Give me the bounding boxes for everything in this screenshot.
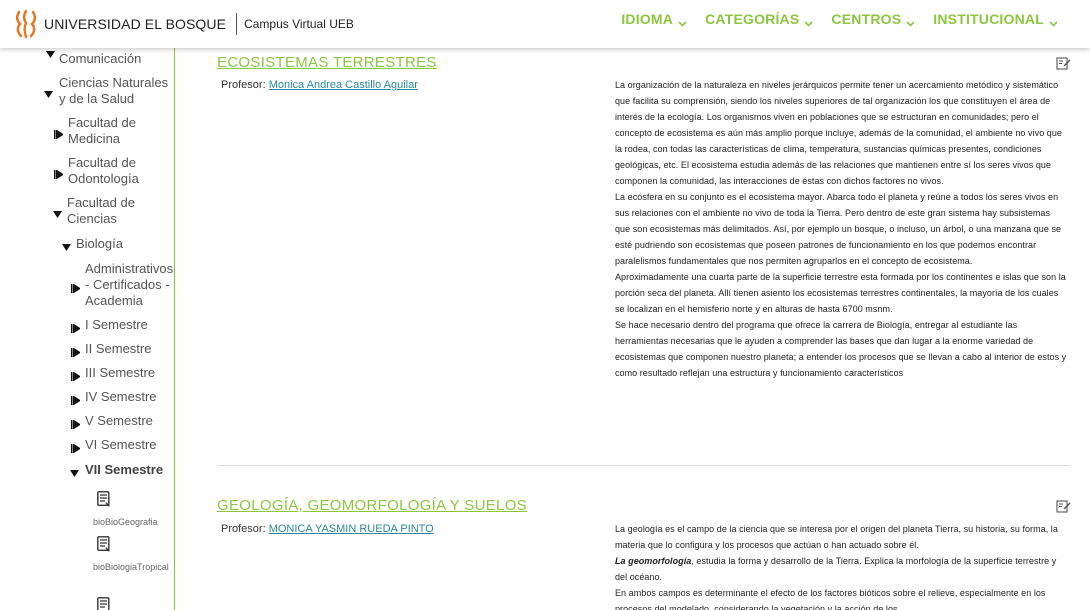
triangle-right-icon	[71, 393, 81, 406]
tree-item-label: VII Semestre	[85, 462, 164, 477]
description-emphasis: La geomorfología	[615, 556, 692, 566]
tree-item-i-semestre[interactable]: I Semestre	[71, 317, 148, 334]
professor-label: Profesor:	[221, 79, 266, 91]
tree-item-label: Comunicación	[59, 51, 142, 66]
nav-label: IDIOMA	[621, 11, 674, 27]
course-list-main: ECOSISTEMAS TERRESTRES Profesor: Monica …	[217, 0, 1071, 610]
sidebar-course-label: bioBioGeografia	[93, 517, 158, 527]
sidebar-course-biologia-tropical[interactable]: bioBiologiaTropical	[93, 536, 174, 575]
tree-item-iii-semestre[interactable]: III Semestre	[71, 365, 156, 382]
chevron-down-icon	[678, 15, 687, 27]
tree-item-label: II Semestre	[85, 341, 152, 356]
edit-note-icon[interactable]	[1056, 499, 1071, 514]
chevron-down-icon	[1049, 15, 1058, 27]
triangle-right-icon	[71, 345, 81, 358]
triangle-down-icon	[44, 87, 53, 98]
course-title-link[interactable]: GEOLOGÍA, GEOMORFOLOGÍA Y SUELOS	[217, 497, 527, 514]
course-document-icon	[97, 536, 111, 552]
course-divider	[217, 465, 1071, 466]
tree-item-iv-semestre[interactable]: IV Semestre	[71, 389, 157, 406]
sidebar-course-biogeografia[interactable]: bioBioGeografia	[93, 491, 174, 530]
triangle-down-icon	[62, 240, 71, 251]
description-paragraph: La geología es el campo de la ciencia qu…	[615, 524, 1058, 550]
nav-label: CENTROS	[831, 11, 902, 27]
triangle-right-icon	[71, 321, 81, 334]
triangle-right-icon	[54, 167, 64, 180]
tree-item-v-semestre[interactable]: V Semestre	[71, 413, 153, 430]
triangle-right-icon	[71, 417, 81, 430]
nav-centros[interactable]: CENTROS	[831, 11, 915, 27]
university-flame-logo-icon	[14, 9, 38, 39]
professor-name-link[interactable]: MONICA YASMIN RUEDA PINTO	[269, 523, 434, 535]
nav-institucional[interactable]: INSTITUCIONAL	[933, 11, 1058, 27]
course-description: La geología es el campo de la ciencia qu…	[615, 521, 1067, 610]
tree-item-label: Facultad de Ciencias	[67, 195, 135, 226]
description-paragraph: La geomorfología, estudia la forma y des…	[615, 553, 1067, 585]
chevron-down-icon	[906, 15, 915, 27]
course-title-link[interactable]: ECOSISTEMAS TERRESTRES	[217, 54, 437, 71]
tree-item-facultad-odontologia[interactable]: Facultad de Odontología	[54, 155, 174, 187]
description-paragraph: La organización de la naturaleza en nive…	[615, 80, 1062, 186]
description-paragraph: En ambos campos es determinante el efect…	[615, 588, 1046, 610]
tree-item-label: V Semestre	[85, 413, 153, 428]
nav-categorias[interactable]: CATEGORÍAS	[705, 11, 813, 27]
professor-label: Profesor:	[221, 523, 266, 535]
sidebar-course-label: bioBiologiaTropical	[93, 562, 169, 572]
tree-item-vi-semestre[interactable]: VI Semestre	[71, 437, 157, 454]
nav-label: INSTITUCIONAL	[933, 11, 1044, 27]
chevron-down-icon	[804, 15, 813, 27]
tree-item-administrativos[interactable]: Administrativos - Certificados - Academi…	[71, 261, 174, 309]
tree-item-ciencias-naturales[interactable]: Ciencias Naturales y de la Salud	[44, 75, 174, 107]
professor-name-link[interactable]: Monica Andrea Castillo Aguilar	[269, 79, 418, 91]
triangle-right-icon	[71, 369, 81, 382]
triangle-down-icon	[70, 466, 79, 477]
tree-item-label: IV Semestre	[85, 389, 157, 404]
tree-item-label: Facultad de Medicina	[68, 115, 136, 146]
triangle-down-icon	[53, 207, 62, 218]
tree-item-ii-semestre[interactable]: II Semestre	[71, 341, 152, 358]
triangle-right-icon	[71, 281, 81, 294]
brand-subtitle: Campus Virtual UEB	[244, 17, 354, 31]
course-professor: Profesor: MONICA YASMIN RUEDA PINTO	[221, 523, 434, 535]
tree-item-label: VI Semestre	[85, 437, 157, 452]
tree-item-label: I Semestre	[85, 317, 148, 332]
sidebar-course-third[interactable]	[93, 597, 174, 610]
tree-item-label: Administrativos - Certificados - Academi…	[85, 261, 174, 308]
description-paragraph: Se hace necesario dentro del programa qu…	[615, 320, 1067, 378]
tree-item-vii-semestre[interactable]: VII Semestre	[70, 462, 163, 478]
site-header: UNIVERSIDAD EL BOSQUE Campus Virtual UEB…	[0, 0, 1090, 48]
description-paragraph: Aproximadamente una cuarta parte de la s…	[615, 272, 1066, 314]
nav-idioma[interactable]: IDIOMA	[621, 11, 687, 27]
tree-item-comunicacion[interactable]: Comunicación	[59, 51, 141, 67]
tree-item-facultad-medicina[interactable]: Facultad de Medicina	[54, 115, 174, 147]
course-professor: Profesor: Monica Andrea Castillo Aguilar	[221, 79, 418, 91]
brand-home-link[interactable]: UNIVERSIDAD EL BOSQUE Campus Virtual UEB	[0, 0, 354, 48]
course-document-icon	[97, 597, 111, 610]
triangle-right-icon	[54, 127, 64, 140]
tree-item-label: III Semestre	[85, 365, 156, 380]
top-navigation: IDIOMA CATEGORÍAS CENTROS INSTITUCIONAL	[621, 0, 1058, 38]
tree-item-facultad-ciencias[interactable]: Facultad de Ciencias	[53, 195, 174, 227]
tree-item-label: Facultad de Odontología	[68, 155, 139, 186]
brand-separator	[236, 13, 238, 35]
triangle-right-icon	[71, 441, 81, 454]
tree-item-label: Ciencias Naturales y de la Salud	[59, 75, 169, 106]
description-paragraph: La ecósfera en su conjunto es el ecosist…	[615, 192, 1062, 266]
edit-note-icon[interactable]	[1056, 56, 1071, 71]
brand-name: UNIVERSIDAD EL BOSQUE	[44, 16, 227, 32]
tree-item-label: Biología	[76, 236, 123, 251]
course-document-icon	[97, 491, 111, 507]
nav-label: CATEGORÍAS	[705, 11, 800, 27]
course-description: La organización de la naturaleza en nive…	[615, 77, 1067, 381]
category-tree-sidebar: Comunicación Ciencias Naturales y de la …	[0, 0, 175, 610]
tree-item-biologia[interactable]: Biología	[62, 236, 123, 252]
